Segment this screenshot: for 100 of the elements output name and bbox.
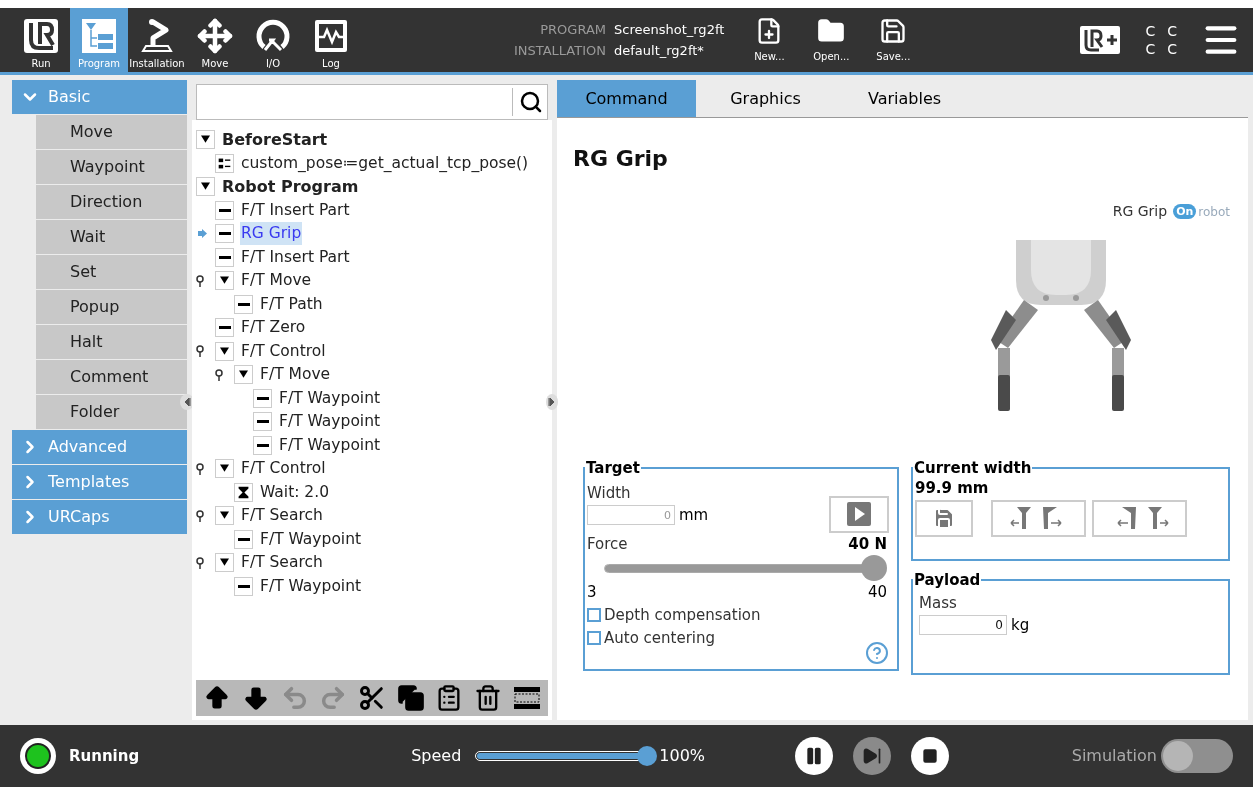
- tree-node-label[interactable]: F/T Zero: [240, 316, 307, 340]
- checkbox-label: Auto centering: [604, 627, 716, 649]
- node-icon: [234, 529, 253, 549]
- tree-node-label[interactable]: F/T Move: [259, 363, 332, 387]
- pause-button[interactable]: [795, 737, 834, 775]
- expand-toggle[interactable]: [196, 177, 215, 197]
- tree-node-label[interactable]: RG Grip: [240, 222, 303, 246]
- play-icon: [847, 502, 871, 526]
- tree-node-label[interactable]: F/T Waypoint: [278, 433, 382, 457]
- breakpoint-pin-icon: [196, 345, 204, 358]
- tree-node-label[interactable]: F/T Waypoint: [278, 410, 382, 434]
- brand-text: robot: [1198, 203, 1230, 221]
- file-button[interactable]: Open...: [808, 8, 855, 72]
- brand-badge: On: [1173, 204, 1197, 219]
- program-node-button[interactable]: Folder: [36, 395, 187, 429]
- tree-node-label[interactable]: F/T Waypoint: [259, 527, 363, 551]
- stop-button[interactable]: [911, 737, 950, 775]
- tree-node-label[interactable]: BeforeStart: [221, 127, 329, 152]
- tree-node-label[interactable]: F/T Control: [240, 457, 327, 481]
- scissors-icon: [357, 684, 386, 712]
- field-label: Force: [587, 533, 628, 555]
- help-icon[interactable]: [865, 641, 889, 665]
- file-button[interactable]: New...: [746, 8, 793, 72]
- expand-toggle[interactable]: [215, 459, 234, 479]
- program-tree-icon: [81, 18, 117, 54]
- node-icon: [215, 224, 234, 244]
- command-title: RG Grip: [573, 145, 669, 173]
- node-icon: [253, 388, 272, 408]
- nav-tab[interactable]: Log: [302, 8, 360, 72]
- search-field[interactable]: [196, 84, 548, 120]
- expand-toggle[interactable]: [215, 553, 234, 573]
- toolbar-button[interactable]: [396, 684, 425, 712]
- toolbar-button[interactable]: [357, 684, 386, 712]
- program-node-button[interactable]: Comment: [36, 360, 187, 394]
- play-button[interactable]: [829, 495, 889, 533]
- tree-node-label[interactable]: F/T Search: [240, 551, 324, 575]
- expand-toggle[interactable]: [234, 365, 253, 385]
- breakpoint-pin-icon: [196, 556, 204, 569]
- tree-node-label[interactable]: F/T Insert Part: [240, 198, 351, 222]
- hourglass-icon: [234, 482, 253, 502]
- search-icon[interactable]: [519, 90, 543, 114]
- tree-node-label[interactable]: F/T Waypoint: [259, 574, 363, 598]
- file-button[interactable]: Save...: [870, 8, 917, 72]
- stop-icon: [922, 748, 939, 764]
- status-glyph: C: [1145, 22, 1156, 40]
- trash-icon: [473, 684, 502, 712]
- info-label: INSTALLATION: [512, 41, 606, 60]
- program-node-button[interactable]: Move: [36, 115, 187, 149]
- tree-node-label[interactable]: Robot Program: [221, 174, 360, 199]
- simulation-toggle[interactable]: [1161, 739, 1233, 773]
- node-icon: [234, 576, 253, 596]
- program-node-button[interactable]: Set: [36, 255, 187, 289]
- tree-node-label[interactable]: Wait: 2.0: [259, 480, 331, 504]
- speed-reading: 100%: [659, 745, 706, 767]
- mass-field[interactable]: 0: [919, 615, 1007, 636]
- program-node-button[interactable]: Wait: [36, 220, 187, 254]
- checkbox[interactable]: [587, 608, 601, 622]
- logo-icon: [23, 18, 59, 54]
- content-tab[interactable]: Command: [557, 80, 696, 117]
- breakpoint-pin-icon: [196, 509, 204, 522]
- program-node-button[interactable]: Popup: [36, 290, 187, 324]
- expand-toggle[interactable]: [215, 271, 234, 291]
- tree-node-label[interactable]: F/T Search: [240, 504, 324, 528]
- status-glyph: C: [1167, 40, 1177, 58]
- status-glyph: C: [1145, 40, 1156, 58]
- copy-icon: [396, 684, 425, 712]
- assignment-icon: [215, 153, 234, 173]
- field-label: Width: [587, 482, 632, 504]
- program-node-button[interactable]: Waypoint: [36, 150, 187, 184]
- tree-node-label[interactable]: F/T Control: [240, 339, 327, 363]
- program-node-button[interactable]: Halt: [36, 325, 187, 359]
- nav-tab[interactable]: I/O: [244, 8, 302, 72]
- content-tab[interactable]: Variables: [835, 80, 974, 117]
- info-value: default_rg2ft*: [614, 41, 704, 60]
- save-width-button[interactable]: [915, 499, 973, 537]
- expand-toggle[interactable]: [196, 130, 215, 150]
- expand-handle-icon[interactable]: [546, 394, 558, 410]
- tree-node-label[interactable]: custom_pose≔get_actual_tcp_pose(): [240, 151, 530, 175]
- program-node-button[interactable]: Direction: [36, 185, 187, 219]
- status-glyph: C: [1167, 22, 1177, 40]
- nav-tab[interactable]: Run: [12, 8, 70, 72]
- toolbar-button[interactable]: [473, 684, 502, 712]
- tree-node-label[interactable]: F/T Insert Part: [240, 245, 351, 269]
- nav-tab[interactable]: Installation: [128, 8, 186, 72]
- gripper-action-button[interactable]: [1092, 499, 1187, 537]
- gripper-action-button[interactable]: [991, 499, 1086, 537]
- content-tab[interactable]: Graphics: [696, 80, 835, 117]
- toolbar-button[interactable]: [512, 684, 541, 712]
- tree-node-label[interactable]: F/T Path: [259, 292, 324, 316]
- simulation-label: Simulation: [1071, 745, 1157, 767]
- tree-node-label[interactable]: F/T Move: [240, 269, 313, 293]
- robot-status: Running: [69, 745, 140, 767]
- node-icon: [215, 247, 234, 267]
- expand-toggle[interactable]: [215, 341, 234, 361]
- expand-toggle[interactable]: [215, 506, 234, 526]
- nav-tab[interactable]: Move: [186, 8, 244, 72]
- checkbox[interactable]: [587, 631, 601, 645]
- urcap-store-icon[interactable]: [1079, 25, 1122, 55]
- checkbox-label: Depth compensation: [604, 604, 761, 626]
- tree-node-label[interactable]: F/T Waypoint: [278, 386, 382, 410]
